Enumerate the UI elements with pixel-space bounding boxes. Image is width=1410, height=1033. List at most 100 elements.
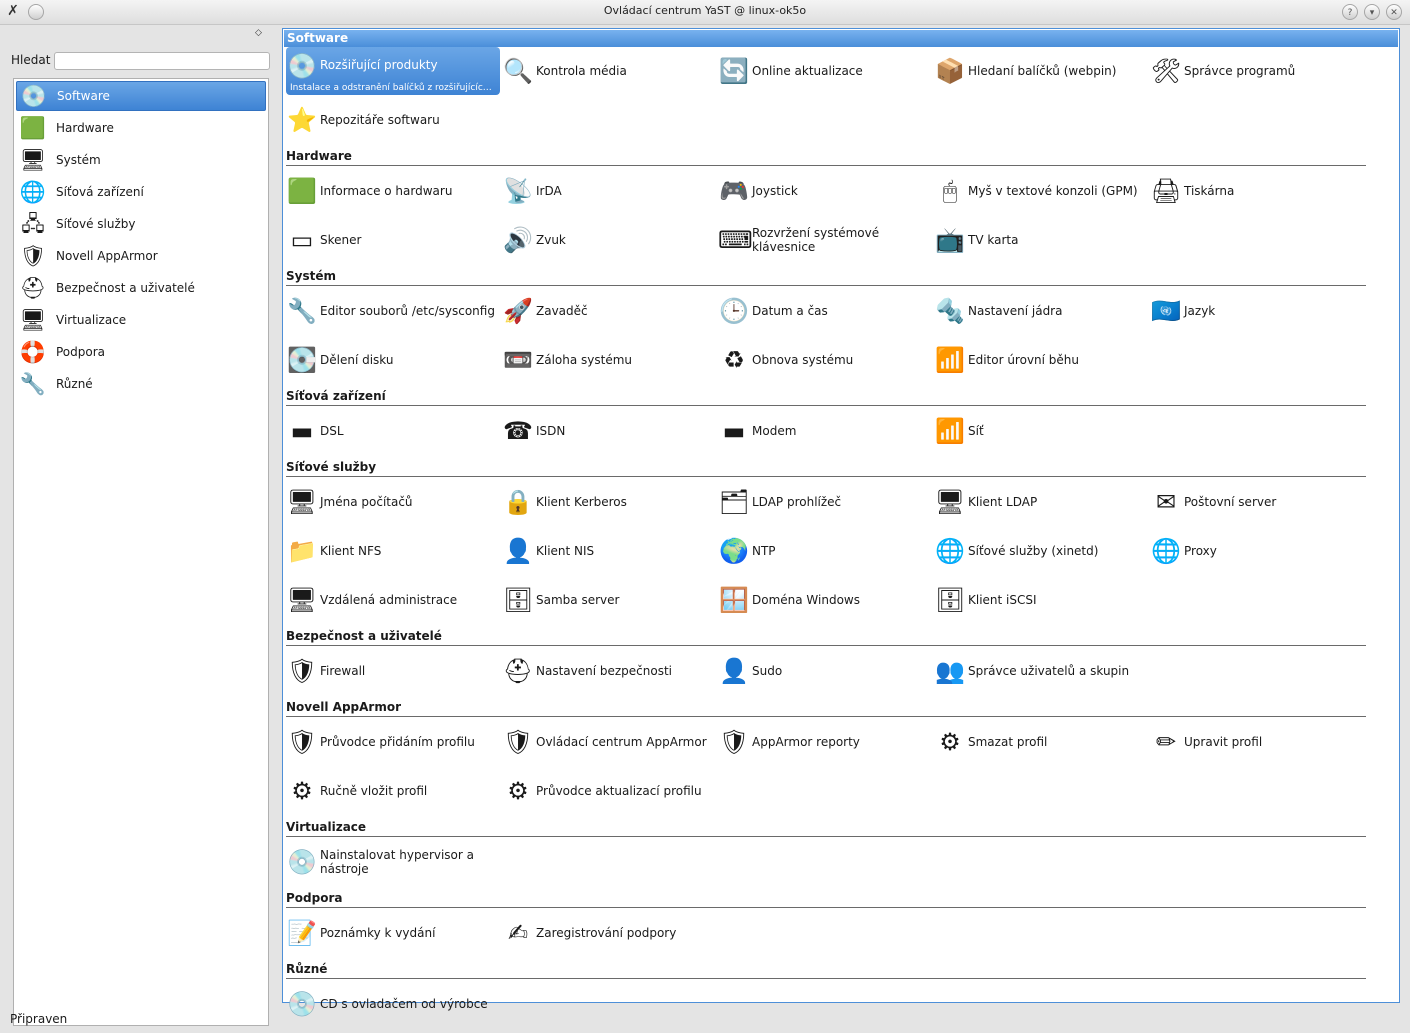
module-item[interactable]: ▭ Skener [286, 216, 500, 264]
module-item[interactable]: ✍ Zaregistrování podpory [502, 909, 716, 957]
module-item[interactable]: 📦 Hledaní balíčků (webpin) [934, 47, 1148, 95]
module-item[interactable]: 🟩 Informace o hardwaru [286, 167, 500, 215]
module-item[interactable]: 📶 Editor úrovní běhu [934, 336, 1148, 384]
module-item[interactable]: 🪟 Doména Windows [718, 576, 932, 624]
module-label: Hledaní balíčků (webpin) [968, 64, 1117, 78]
section-header: Síťové služby [286, 460, 1366, 477]
section-header: Software [284, 30, 1398, 47]
sidebar-item-1[interactable]: 🟩 Hardware [16, 113, 266, 143]
module-item[interactable]: 🔍 Kontrola média [502, 47, 716, 95]
module-item[interactable]: 💿 CD s ovladačem od výrobce [286, 980, 500, 1028]
module-item[interactable]: 📺 TV karta [934, 216, 1148, 264]
module-label: Dělení disku [320, 353, 394, 367]
module-item[interactable]: 📝 Poznámky k vydání [286, 909, 500, 957]
minimize-button[interactable]: ▾ [1364, 4, 1380, 20]
module-item[interactable]: 🔒 Klient Kerberos [502, 478, 716, 526]
module-item[interactable]: 🇺🇳 Jazyk [1150, 287, 1364, 335]
module-item[interactable]: 🔩 Nastavení jádra [934, 287, 1148, 335]
module-icon: 🌐 [1151, 537, 1181, 565]
module-item[interactable]: 🛡 AppArmor reporty [718, 718, 932, 766]
module-item[interactable]: ♻ Obnova systému [718, 336, 932, 384]
sidebar-item-6[interactable]: ⛑ Bezpečnost a uživatelé [16, 273, 266, 303]
module-item[interactable]: 📶 Síť [934, 407, 1148, 455]
module-label: Ručně vložit profil [320, 784, 428, 798]
module-item[interactable]: 🗄 Samba server [502, 576, 716, 624]
module-item[interactable]: ⚙ Průvodce aktualizací profilu [502, 767, 716, 815]
sidebar-item-label: Novell AppArmor [56, 249, 158, 263]
module-item[interactable]: 🛡 Ovládací centrum AppArmor [502, 718, 716, 766]
sidebar-item-0[interactable]: 💿 Software [16, 81, 266, 111]
module-label: Samba server [536, 593, 620, 607]
module-item[interactable]: 📡 IrDA [502, 167, 716, 215]
module-item[interactable]: 🛡 Průvodce přidáním profilu [286, 718, 500, 766]
module-icon: ⚙ [291, 777, 313, 805]
module-item[interactable]: 👤 Klient NIS [502, 527, 716, 575]
module-icon: 📶 [935, 417, 965, 445]
module-item[interactable]: 🛠 Správce programů [1150, 47, 1364, 95]
module-label: Správce uživatelů a skupin [968, 664, 1130, 678]
module-item[interactable]: 🔊 Zvuk [502, 216, 716, 264]
module-item[interactable]: 🛡 Firewall [286, 647, 500, 695]
module-item[interactable]: ▬ DSL [286, 407, 500, 455]
module-item[interactable]: 🖨 Tiskárna [1150, 167, 1364, 215]
module-item[interactable]: 💿 Rozšiřující produkty Instalace a odstran… [286, 47, 500, 95]
module-item[interactable]: 🌐 Síťové služby (xinetd) [934, 527, 1148, 575]
module-item[interactable]: ⚙ Ručně vložit profil [286, 767, 500, 815]
module-label: Průvodce přidáním profilu [320, 735, 475, 749]
module-item[interactable]: ⚙ Smazat profil [934, 718, 1148, 766]
sidebar-item-8[interactable]: 🛟 Podpora [16, 337, 266, 367]
module-item[interactable]: 🎮 Joystick [718, 167, 932, 215]
help-button[interactable]: ? [1342, 4, 1358, 20]
module-item[interactable]: 👥 Správce uživatelů a skupin [934, 647, 1148, 695]
module-label: Nastavení bezpečnosti [536, 664, 673, 678]
module-item[interactable]: 🗂 LDAP prohlížeč [718, 478, 932, 526]
module-item[interactable]: 🗄 Klient iSCSI [934, 576, 1148, 624]
module-item[interactable]: ▬ Modem [718, 407, 932, 455]
module-item[interactable]: 🖥 Jména počítačů [286, 478, 500, 526]
module-item[interactable]: 🖥 Klient LDAP [934, 478, 1148, 526]
module-item[interactable]: 👤 Sudo [718, 647, 932, 695]
module-icon: 🌐 [935, 537, 965, 565]
module-icon: 🖨 [1150, 177, 1182, 205]
module-item[interactable]: ⌨ Rozvržení systémové klávesnice [718, 216, 932, 264]
module-item[interactable]: 💽 Dělení disku [286, 336, 500, 384]
section-header: Podpora [286, 891, 1366, 908]
sidebar-item-9[interactable]: 🔧 Různé [16, 369, 266, 399]
module-item[interactable]: 📁 Klient NFS [286, 527, 500, 575]
module-icon: 🖥 [934, 488, 966, 516]
module-icon: 🪟 [719, 586, 749, 614]
module-item[interactable]: 🕒 Datum a čas [718, 287, 932, 335]
module-item[interactable]: 🔧 Editor souborů /etc/sysconfig [286, 287, 500, 335]
module-item[interactable]: 🖥 Vzdálená administrace [286, 576, 500, 624]
module-icon: 🗄 [934, 586, 966, 614]
module-item[interactable]: ⛑ Nastavení bezpečnosti [502, 647, 716, 695]
module-item[interactable]: ✏ Upravit profil [1150, 718, 1364, 766]
module-item[interactable]: 🔄 Online aktualizace [718, 47, 932, 95]
search-input[interactable] [54, 52, 270, 70]
module-item[interactable]: 🌐 Proxy [1150, 527, 1364, 575]
module-item[interactable]: 📼 Záloha systému [502, 336, 716, 384]
module-item[interactable]: ☎ ISDN [502, 407, 716, 455]
module-item[interactable]: ✉ Poštovní server [1150, 478, 1364, 526]
title-bar[interactable]: ✗ Ovládací centrum YaST @ linux-ok5o ? ▾… [0, 0, 1410, 25]
module-label: Doména Windows [752, 593, 860, 607]
category-icon: 🖥 [19, 148, 47, 172]
module-item[interactable]: 🚀 Zavaděč [502, 287, 716, 335]
sidebar-item-7[interactable]: 🖥 Virtualizace [16, 305, 266, 335]
sidebar-item-5[interactable]: 🛡 Novell AppArmor [16, 241, 266, 271]
module-icon: ✍ [507, 919, 529, 947]
sidebar-item-4[interactable]: 🖧 Síťové služby [16, 209, 266, 239]
close-button[interactable]: ✕ [1386, 4, 1402, 20]
module-label: Klient LDAP [968, 495, 1038, 509]
module-label: Kontrola média [536, 64, 627, 78]
module-icon: ⭐ [287, 106, 317, 134]
module-item[interactable]: 🖱 Myš v textové konzoli (GPM) [934, 167, 1148, 215]
sidebar-item-2[interactable]: 🖥 Systém [16, 145, 266, 175]
diamond-icon[interactable]: ◇ [255, 28, 262, 38]
module-icon: ⛑ [502, 657, 534, 685]
module-item[interactable]: 💿 Nainstalovat hypervisor a nástroje [286, 838, 500, 886]
sidebar-item-3[interactable]: 🌐 Síťová zařízení [16, 177, 266, 207]
module-item[interactable]: 🌍 NTP [718, 527, 932, 575]
module-item[interactable]: ⭐ Repozitáře softwaru [286, 96, 500, 144]
module-label: TV karta [968, 233, 1019, 247]
